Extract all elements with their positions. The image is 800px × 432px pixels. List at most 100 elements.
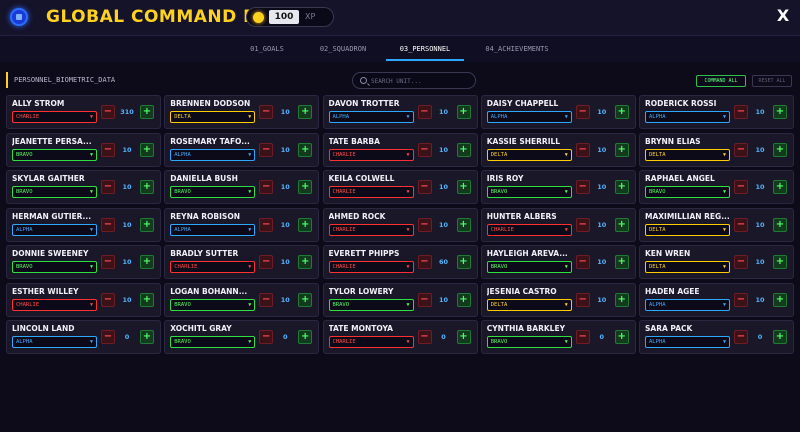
increment-button[interactable]: + bbox=[298, 105, 313, 119]
decrement-button[interactable]: − bbox=[575, 142, 590, 157]
decrement-button[interactable]: − bbox=[101, 105, 115, 119]
increment-button[interactable]: + bbox=[456, 180, 471, 194]
increment-button[interactable]: + bbox=[298, 292, 313, 307]
increment-button[interactable]: + bbox=[773, 142, 787, 157]
decrement-button[interactable]: − bbox=[734, 292, 748, 307]
tab-squadron[interactable]: 02_SQUADRON bbox=[308, 41, 378, 61]
squad-select[interactable]: CHARLIE ▼ bbox=[328, 223, 414, 236]
squad-select[interactable]: ALPHA ▼ bbox=[170, 223, 256, 236]
decrement-button[interactable]: − bbox=[575, 292, 590, 307]
decrement-button[interactable]: − bbox=[417, 217, 432, 232]
decrement-button[interactable]: − bbox=[101, 180, 115, 194]
squad-select[interactable]: DELTA ▼ bbox=[486, 148, 572, 161]
squad-select[interactable]: BRAVO ▼ bbox=[170, 336, 256, 348]
increment-button[interactable]: + bbox=[298, 255, 313, 269]
decrement-button[interactable]: − bbox=[417, 292, 432, 307]
increment-button[interactable]: + bbox=[614, 180, 629, 194]
decrement-button[interactable]: − bbox=[575, 105, 590, 119]
squad-select[interactable]: DELTA ▼ bbox=[645, 148, 730, 161]
decrement-button[interactable]: − bbox=[101, 255, 115, 269]
decrement-button[interactable]: − bbox=[259, 292, 274, 307]
decrement-button[interactable]: − bbox=[417, 142, 432, 157]
decrement-button[interactable]: − bbox=[101, 330, 115, 344]
increment-button[interactable]: + bbox=[614, 255, 629, 269]
squad-select[interactable]: BRAVO ▼ bbox=[12, 186, 97, 198]
increment-button[interactable]: + bbox=[614, 142, 629, 157]
increment-button[interactable]: + bbox=[773, 292, 787, 307]
increment-button[interactable]: + bbox=[298, 217, 313, 232]
increment-button[interactable]: + bbox=[140, 180, 154, 194]
squad-select[interactable]: CHARLIE ▼ bbox=[170, 261, 256, 273]
decrement-button[interactable]: − bbox=[734, 142, 748, 157]
squad-select[interactable]: BRAVO ▼ bbox=[645, 186, 730, 198]
squad-select[interactable]: BRAVO ▼ bbox=[328, 298, 414, 311]
squad-select[interactable]: ALPHA ▼ bbox=[645, 298, 730, 311]
increment-button[interactable]: + bbox=[140, 292, 154, 307]
increment-button[interactable]: + bbox=[614, 217, 629, 232]
reset-all-button[interactable]: RESET ALL bbox=[752, 75, 792, 87]
squad-select[interactable]: ALPHA ▼ bbox=[12, 336, 97, 348]
squad-select[interactable]: ALPHA ▼ bbox=[12, 223, 97, 236]
tab-goals[interactable]: 01_GOALS bbox=[236, 41, 298, 61]
increment-button[interactable]: + bbox=[456, 142, 471, 157]
increment-button[interactable]: + bbox=[456, 255, 471, 269]
squad-select[interactable]: CHARLIE ▼ bbox=[486, 223, 572, 236]
decrement-button[interactable]: − bbox=[101, 142, 115, 157]
decrement-button[interactable]: − bbox=[417, 255, 432, 269]
increment-button[interactable]: + bbox=[456, 105, 471, 119]
tab-achievements[interactable]: 04_ACHIEVEMENTS bbox=[474, 41, 560, 61]
squad-select[interactable]: BRAVO ▼ bbox=[170, 186, 256, 198]
squad-select[interactable]: CHARLIE ▼ bbox=[12, 111, 97, 123]
decrement-button[interactable]: − bbox=[734, 180, 748, 194]
squad-select[interactable]: CHARLIE ▼ bbox=[328, 261, 414, 273]
decrement-button[interactable]: − bbox=[259, 105, 274, 119]
squad-select[interactable]: CHARLIE ▼ bbox=[12, 298, 97, 311]
decrement-button[interactable]: − bbox=[734, 217, 748, 232]
squad-select[interactable]: CHARLIE ▼ bbox=[328, 148, 414, 161]
decrement-button[interactable]: − bbox=[259, 180, 274, 194]
decrement-button[interactable]: − bbox=[101, 292, 115, 307]
increment-button[interactable]: + bbox=[614, 105, 629, 119]
increment-button[interactable]: + bbox=[773, 105, 787, 119]
decrement-button[interactable]: − bbox=[259, 255, 274, 269]
squad-select[interactable]: ALPHA ▼ bbox=[645, 111, 730, 123]
command-all-button[interactable]: COMMAND ALL bbox=[696, 75, 746, 87]
increment-button[interactable]: + bbox=[773, 255, 787, 269]
increment-button[interactable]: + bbox=[140, 330, 154, 344]
decrement-button[interactable]: − bbox=[575, 255, 590, 269]
decrement-button[interactable]: − bbox=[734, 330, 748, 344]
decrement-button[interactable]: − bbox=[575, 217, 590, 232]
squad-select[interactable]: ALPHA ▼ bbox=[328, 111, 414, 123]
decrement-button[interactable]: − bbox=[259, 217, 274, 232]
search-box[interactable] bbox=[352, 72, 476, 89]
squad-select[interactable]: ALPHA ▼ bbox=[170, 148, 256, 161]
increment-button[interactable]: + bbox=[140, 217, 154, 232]
increment-button[interactable]: + bbox=[298, 180, 313, 194]
increment-button[interactable]: + bbox=[773, 217, 787, 232]
squad-select[interactable]: ALPHA ▼ bbox=[645, 336, 730, 348]
squad-select[interactable]: DELTA ▼ bbox=[645, 223, 730, 236]
squad-select[interactable]: BRAVO ▼ bbox=[170, 298, 256, 311]
decrement-button[interactable]: − bbox=[417, 105, 432, 119]
squad-select[interactable]: BRAVO ▼ bbox=[486, 261, 572, 273]
increment-button[interactable]: + bbox=[298, 142, 313, 157]
squad-select[interactable]: ALPHA ▼ bbox=[486, 111, 572, 123]
increment-button[interactable]: + bbox=[456, 292, 471, 307]
increment-button[interactable]: + bbox=[773, 180, 787, 194]
squad-select[interactable]: DELTA ▼ bbox=[486, 298, 572, 311]
decrement-button[interactable]: − bbox=[101, 217, 115, 232]
squad-select[interactable]: CHARLIE ▼ bbox=[328, 186, 414, 198]
decrement-button[interactable]: − bbox=[575, 330, 590, 344]
decrement-button[interactable]: − bbox=[259, 330, 274, 344]
increment-button[interactable]: + bbox=[456, 217, 471, 232]
close-button[interactable]: X bbox=[772, 5, 794, 27]
squad-select[interactable]: BRAVO ▼ bbox=[12, 261, 97, 273]
increment-button[interactable]: + bbox=[456, 330, 471, 344]
decrement-button[interactable]: − bbox=[734, 105, 748, 119]
decrement-button[interactable]: − bbox=[417, 330, 432, 344]
squad-select[interactable]: CHARLIE ▼ bbox=[328, 336, 414, 348]
increment-button[interactable]: + bbox=[614, 330, 629, 344]
decrement-button[interactable]: − bbox=[734, 255, 748, 269]
decrement-button[interactable]: − bbox=[575, 180, 590, 194]
increment-button[interactable]: + bbox=[773, 330, 787, 344]
